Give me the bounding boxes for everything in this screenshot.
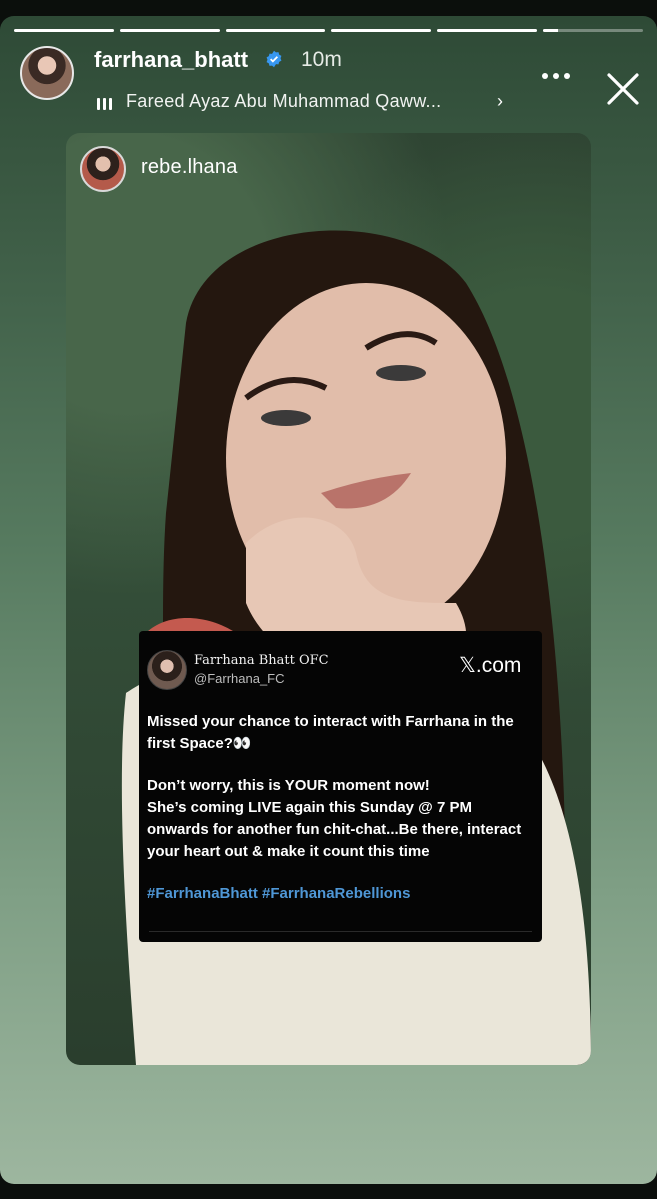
verified-badge-icon (266, 50, 282, 68)
tweet-paragraph-1: Missed your chance to interact with Farr… (147, 713, 514, 752)
progress-segment-fill (14, 29, 114, 32)
tweet-handle: @Farrhana_FC (194, 671, 285, 686)
progress-segment (14, 29, 114, 32)
story-header: farrhana_bhatt 10m Fareed Ayaz Abu Muham… (20, 46, 640, 111)
progress-segment (543, 29, 643, 32)
tweet-hashtags[interactable]: #FarrhanaBhatt #FarrhanaRebellions (147, 885, 410, 902)
progress-segment-fill (119, 29, 220, 32)
x-logo: 𝕏.com (459, 654, 522, 677)
tweet-paragraph-2b: She’s coming LIVE again this Sunday @ 7 … (147, 799, 522, 860)
tweet-author-name: Farrhana Bhatt OFC (194, 653, 329, 668)
post-time: 10m (301, 48, 342, 71)
progress-segment (119, 29, 220, 32)
music-bars-icon (97, 96, 115, 110)
avatar[interactable] (20, 46, 74, 100)
song-chevron-icon[interactable]: › (497, 91, 503, 112)
progress-segment-fill (331, 29, 432, 32)
tweet-text: Missed your chance to interact with Farr… (147, 711, 537, 863)
tweet-paragraph-2a: Don’t worry, this is YOUR moment now! (147, 777, 430, 794)
progress-segment (437, 29, 538, 32)
more-icon[interactable] (542, 73, 572, 81)
tweet-card: Farrhana Bhatt OFC @Farrhana_FC 𝕏.com Mi… (139, 631, 542, 942)
reposted-avatar[interactable] (80, 146, 126, 192)
progress-segment-fill (225, 29, 326, 32)
progress-segment (331, 29, 432, 32)
reposted-username[interactable]: rebe.lhana (141, 156, 238, 179)
tweet-avatar (147, 650, 187, 690)
username[interactable]: farrhana_bhatt (94, 47, 248, 73)
story-progress (14, 29, 643, 33)
song-title[interactable]: Fareed Ayaz Abu Muhammad Qaww... (126, 91, 441, 112)
progress-segment (225, 29, 326, 32)
close-icon[interactable] (605, 71, 641, 107)
bottom-bar (0, 1184, 657, 1199)
story-container[interactable]: farrhana_bhatt 10m Fareed Ayaz Abu Muham… (0, 16, 657, 1184)
tweet-divider (149, 931, 532, 932)
progress-segment-fill (543, 29, 559, 32)
progress-segment-fill (437, 29, 538, 32)
